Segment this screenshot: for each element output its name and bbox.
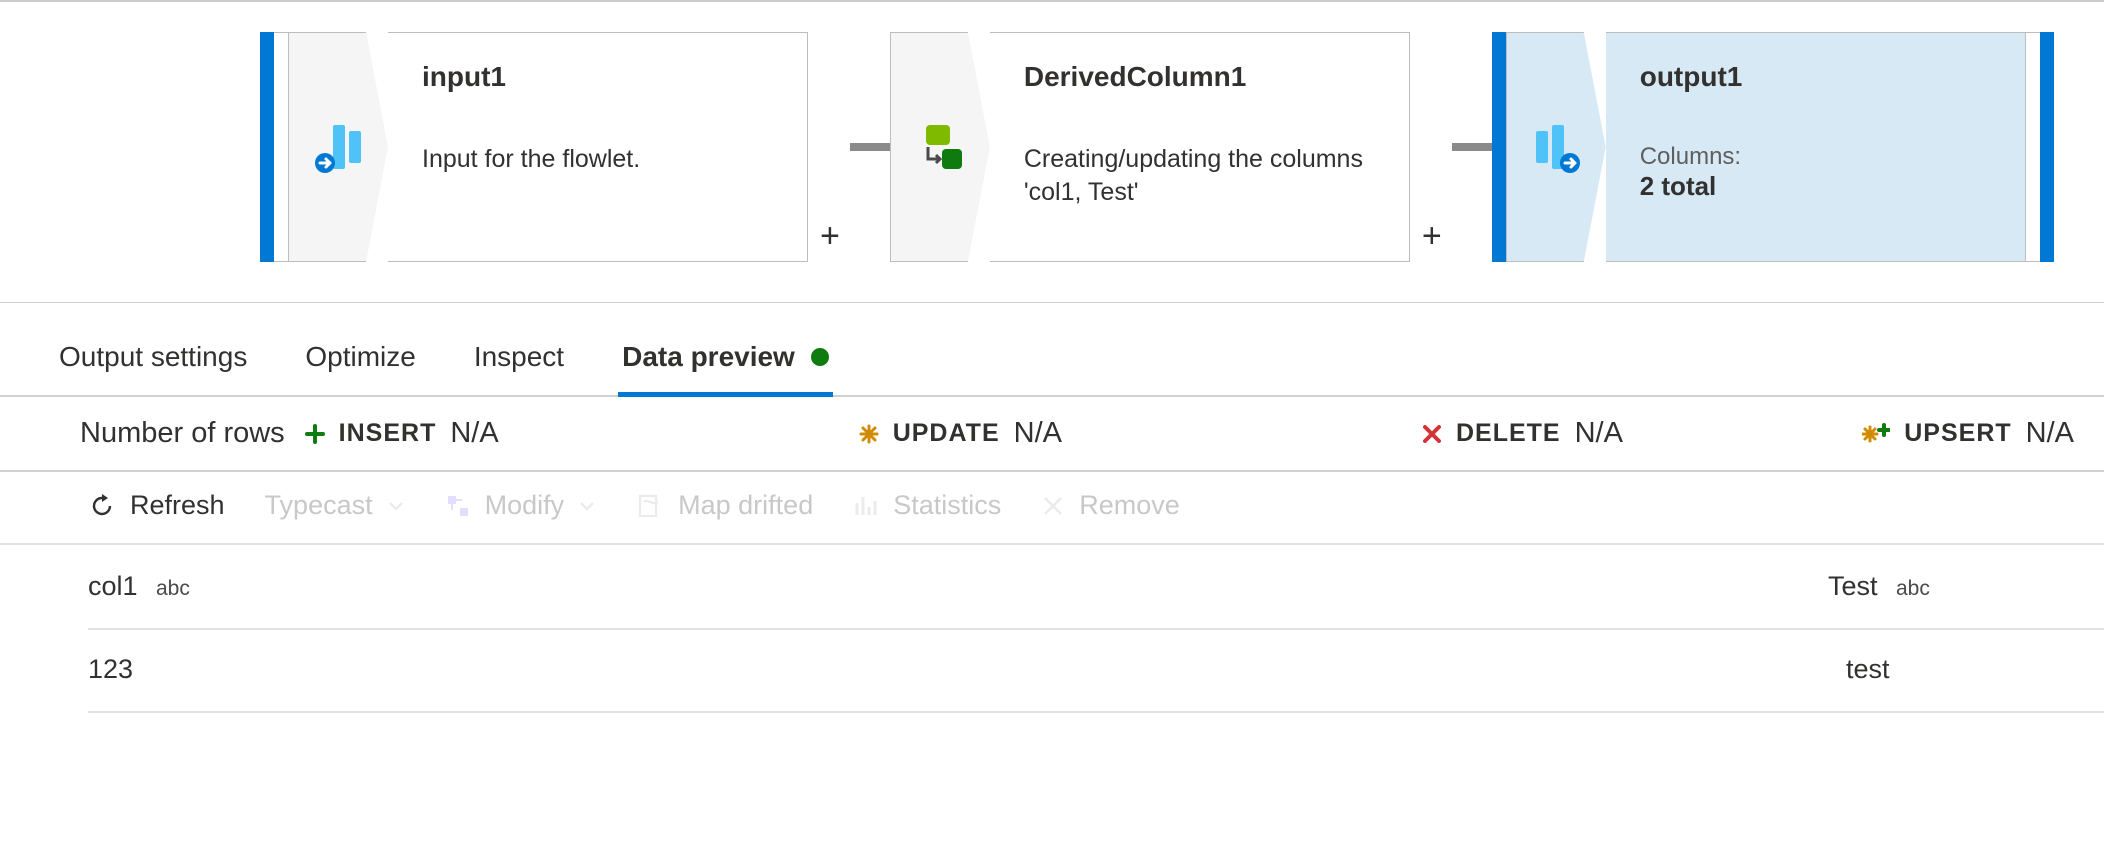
- modify-icon: [445, 493, 471, 519]
- status-upsert-value: N/A: [2026, 417, 2074, 450]
- column-header-col1[interactable]: col1: [88, 571, 138, 601]
- add-after-input1[interactable]: +: [808, 211, 850, 262]
- map-drifted-icon: [636, 492, 664, 520]
- node-output1-title: output1: [1640, 61, 1995, 93]
- node-input1-title: input1: [422, 61, 777, 93]
- tab-output-settings[interactable]: Output settings: [55, 331, 251, 395]
- remove-label: Remove: [1079, 490, 1180, 521]
- flow-canvas: input1 Input for the flowlet. + Deri: [0, 0, 2104, 303]
- node-input1-desc: Input for the flowlet.: [422, 143, 777, 176]
- flow-connector-1: [850, 32, 890, 262]
- output-columns-label: Columns:: [1640, 143, 1995, 171]
- data-preview-status-dot: [811, 348, 829, 366]
- status-update: UPDATE N/A: [859, 417, 1062, 450]
- status-update-value: N/A: [1014, 417, 1062, 450]
- plus-icon: [305, 424, 325, 444]
- remove-button[interactable]: Remove: [1041, 490, 1180, 521]
- preview-table: col1 abc Test abc 123 test: [0, 545, 2104, 713]
- statistics-button[interactable]: Statistics: [853, 490, 1001, 521]
- chevron-down-icon: [578, 497, 596, 515]
- map-drifted-button[interactable]: Map drifted: [636, 490, 813, 521]
- chevron-down-icon: [387, 497, 405, 515]
- column-type-col1: abc: [156, 577, 190, 600]
- derived-column-icon: [912, 119, 968, 175]
- refresh-icon: [88, 492, 116, 520]
- modify-button[interactable]: Modify: [445, 490, 597, 521]
- status-update-label: UPDATE: [893, 419, 1000, 448]
- status-row: Number of rows INSERT N/A UPDATE N/A DEL…: [0, 397, 2104, 472]
- tabs: Output settings Optimize Inspect Data pr…: [0, 303, 2104, 397]
- cell-test: test: [1828, 654, 2104, 685]
- status-delete-value: N/A: [1575, 417, 1623, 450]
- preview-toolbar: Refresh Typecast Modify Map drifted Stat…: [0, 472, 2104, 545]
- node-derivedcolumn1[interactable]: DerivedColumn1 Creating/updating the col…: [890, 32, 1452, 262]
- tab-data-preview-label: Data preview: [622, 341, 795, 373]
- modify-label: Modify: [485, 490, 565, 521]
- row-count-label: Number of rows: [80, 417, 285, 450]
- output-columns-total: 2 total: [1640, 171, 1995, 202]
- x-icon: [1422, 424, 1442, 444]
- statistics-label: Statistics: [893, 490, 1001, 521]
- table-row[interactable]: 123 test: [88, 630, 2104, 713]
- status-upsert-label: UPSERT: [1904, 419, 2011, 448]
- status-insert-label: INSERT: [339, 419, 437, 448]
- typecast-button[interactable]: Typecast: [265, 490, 405, 521]
- flowlet-output-icon: [1528, 119, 1584, 175]
- table-header-row: col1 abc Test abc: [88, 545, 2104, 630]
- asterisk-icon: [859, 424, 879, 444]
- asterisk-plus-icon: [1862, 423, 1890, 445]
- status-insert: INSERT N/A: [305, 417, 499, 450]
- node-output1[interactable]: output1 Columns: 2 total: [1492, 32, 2054, 262]
- add-after-derived[interactable]: +: [1410, 211, 1452, 262]
- map-drifted-label: Map drifted: [678, 490, 813, 521]
- node-input1[interactable]: input1 Input for the flowlet. +: [260, 32, 850, 262]
- status-delete: DELETE N/A: [1422, 417, 1623, 450]
- flow-connector-2: [1452, 32, 1492, 262]
- column-type-test: abc: [1896, 577, 1930, 600]
- tab-inspect[interactable]: Inspect: [470, 331, 568, 395]
- node-derived-desc: Creating/updating the columns 'col1, Tes…: [1024, 143, 1379, 208]
- statistics-icon: [853, 493, 879, 519]
- refresh-label: Refresh: [130, 490, 225, 521]
- flowlet-input-icon: [311, 119, 367, 175]
- status-upsert: UPSERT N/A: [1862, 417, 2074, 450]
- tab-optimize[interactable]: Optimize: [301, 331, 419, 395]
- typecast-label: Typecast: [265, 490, 373, 521]
- column-header-test[interactable]: Test: [1828, 571, 1878, 601]
- remove-icon: [1041, 494, 1065, 518]
- status-delete-label: DELETE: [1456, 419, 1561, 448]
- tab-data-preview[interactable]: Data preview: [618, 331, 833, 395]
- cell-col1: 123: [88, 654, 1828, 685]
- status-insert-value: N/A: [450, 417, 498, 450]
- node-derived-title: DerivedColumn1: [1024, 61, 1379, 93]
- refresh-button[interactable]: Refresh: [88, 490, 225, 521]
